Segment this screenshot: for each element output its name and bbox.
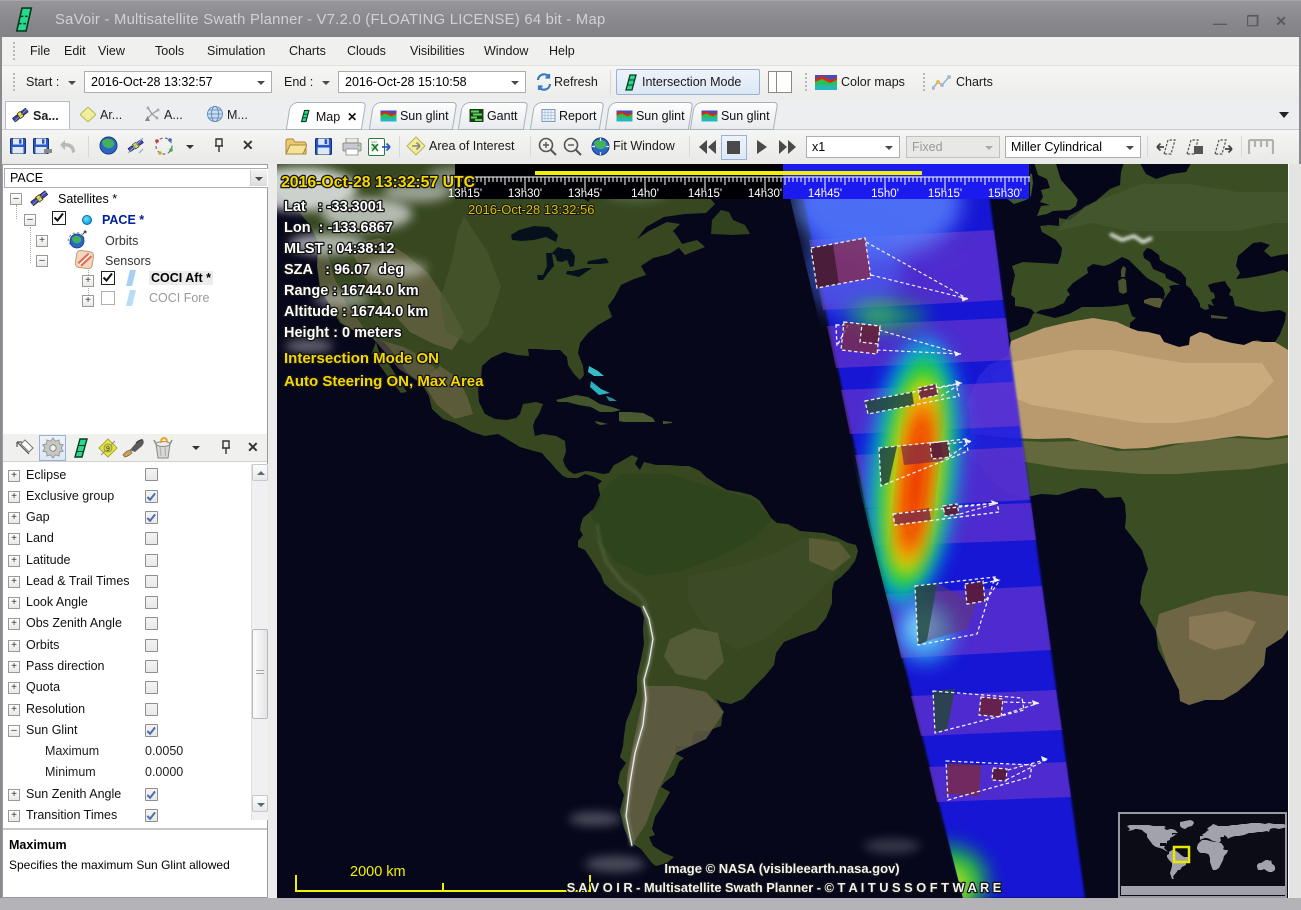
svg-text:15h30': 15h30' bbox=[988, 188, 1022, 200]
svg-text:MLST : 04:38:12: MLST : 04:38:12 bbox=[284, 241, 394, 257]
svg-text:S A V O I R - Multisatellite S: S A V O I R - Multisatellite Swath Plann… bbox=[567, 880, 1002, 895]
svg-text:13h45': 13h45' bbox=[568, 188, 602, 200]
svg-text:14h45': 14h45' bbox=[808, 188, 842, 200]
svg-text:15h15': 15h15' bbox=[928, 188, 962, 200]
svg-text:9: 9 bbox=[106, 446, 110, 453]
svg-text:13h30': 13h30' bbox=[508, 188, 542, 200]
svg-text:Height : 0 meters: Height : 0 meters bbox=[284, 325, 402, 341]
svg-text:Image © NASA (visibleearth.nas: Image © NASA (visibleearth.nasa.gov) bbox=[664, 861, 899, 876]
svg-text:14h15': 14h15' bbox=[688, 188, 722, 200]
svg-text:Lon : -133.6867: Lon : -133.6867 bbox=[284, 220, 393, 236]
svg-text:SZA : 96.07 deg: SZA : 96.07 deg bbox=[284, 262, 404, 278]
svg-text:2016-Oct-28 13:32:57 UTC: 2016-Oct-28 13:32:57 UTC bbox=[281, 174, 475, 191]
svg-text:2000 km: 2000 km bbox=[350, 864, 406, 880]
svg-text:Lat : -33.3001: Lat : -33.3001 bbox=[284, 199, 384, 215]
svg-text:Auto Steering ON, Max Area: Auto Steering ON, Max Area bbox=[284, 373, 484, 390]
svg-text:Altitude : 16744.0 km: Altitude : 16744.0 km bbox=[284, 304, 428, 320]
svg-text:2016-Oct-28 13:32:56: 2016-Oct-28 13:32:56 bbox=[468, 202, 594, 217]
svg-text:Intersection Mode ON: Intersection Mode ON bbox=[284, 350, 439, 367]
svg-text:14h30': 14h30' bbox=[748, 188, 782, 200]
svg-text:Range : 16744.0 km: Range : 16744.0 km bbox=[284, 283, 419, 299]
svg-text:14h0': 14h0' bbox=[631, 188, 659, 200]
svg-text:15h0': 15h0' bbox=[871, 188, 899, 200]
